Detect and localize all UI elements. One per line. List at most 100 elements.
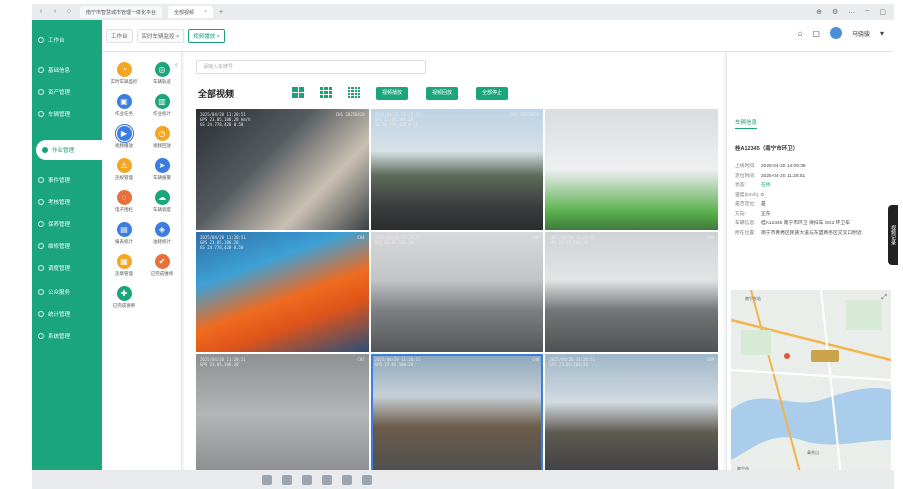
submenu-icon: ⚠	[116, 158, 132, 173]
tab-realtime-monitor[interactable]: 实时车辆监控 ×	[136, 29, 185, 43]
tab-vehicle-info[interactable]: 车辆信息	[735, 118, 758, 129]
menu-icon	[38, 67, 44, 73]
sidebar-item[interactable]: 资产管理	[32, 82, 102, 102]
video-channel-label: CH8	[532, 357, 540, 363]
settings-icon[interactable]: ⚙	[832, 8, 838, 16]
info-row: 车辆信息: 桂A12345 南宁市环卫 清扫车 SG3 环卫车	[735, 219, 890, 229]
app-icon[interactable]	[362, 474, 372, 485]
maximize-icon[interactable]: ▢	[879, 8, 886, 16]
map-view[interactable]: 南宁东站 青秀山 南宁市 ⤢	[731, 290, 891, 476]
info-value: 正东	[761, 211, 771, 217]
home-icon[interactable]: ⌂	[798, 29, 803, 38]
collapse-icon[interactable]: ‹	[175, 60, 178, 69]
submenu-item[interactable]: ◈ 油耗统计	[144, 220, 180, 254]
fullscreen-icon[interactable]: ⤢	[881, 294, 887, 302]
chevron-down-icon[interactable]: ▾	[880, 29, 884, 38]
close-icon[interactable]: ×	[204, 9, 207, 15]
submenu-item[interactable]: ▦ 违章管理	[106, 252, 142, 286]
minimize-icon[interactable]: −	[865, 8, 869, 16]
stop-all-button[interactable]: 全部停止	[476, 87, 509, 100]
sidebar-item[interactable]: 系统管理	[32, 326, 102, 346]
video-osd-text: 2025/04/20 11:28:51 GPS 23.05,108.28 km/…	[200, 112, 251, 127]
video-tile[interactable]: 2025/04/20 11:28:51 GPS 23.05,108.28 CH6	[545, 231, 718, 353]
sidebar-item[interactable]: 调度管理	[32, 258, 102, 278]
extension-icon[interactable]: ⊕	[816, 8, 822, 16]
submenu-label: 作业任务	[115, 111, 133, 116]
submenu-item[interactable]: ☁ 车辆调度	[144, 188, 180, 222]
video-record-tab[interactable]: 视频记录	[888, 205, 898, 265]
grid-4-icon[interactable]	[292, 87, 304, 98]
avatar[interactable]	[829, 27, 842, 39]
video-channel-label: CH9	[706, 357, 714, 363]
video-tile[interactable]: 2025/04/20 11:28:51 GPS 23.05,108.28 CH7	[196, 354, 369, 475]
sidebar-item[interactable]: 事件管理	[32, 170, 102, 190]
user-name[interactable]: 马骁骏	[852, 29, 870, 38]
tab-workbench[interactable]: 工作台	[106, 29, 133, 43]
shirt-icon[interactable]: ▢	[812, 29, 820, 38]
browser-tab-active[interactable]: 全部视频 ×	[168, 6, 213, 18]
video-tile[interactable]: 2025/04/20 11:28:51 GPS 23.05,108.28 CH5	[370, 231, 544, 353]
search-input[interactable]: 请输入车牌号	[196, 60, 426, 74]
grid-16-icon[interactable]	[348, 87, 360, 98]
info-row: 方向: 正东	[735, 210, 890, 220]
video-tile[interactable]: 2025/04/20 11:28:51 GPS 23.05,108.28 km/…	[196, 109, 369, 230]
play-video-button[interactable]: 视频播放	[376, 87, 409, 100]
video-channel-label: CH7	[357, 357, 365, 363]
video-osd-text: 2025/04/20 11:28:51 GPS 23.05,108.28 GS …	[200, 234, 246, 250]
new-tab-button[interactable]: +	[219, 9, 223, 16]
sidebar-item[interactable]: 维修管理	[32, 236, 102, 256]
info-key: 是否定位:	[735, 202, 756, 207]
more-icon[interactable]: …	[848, 8, 855, 16]
info-value: 南宁市青秀区民族大道与东盟商务区交叉口附近	[761, 230, 862, 236]
playback-button[interactable]: 视频回放	[426, 87, 459, 100]
submenu-item[interactable]: ✔ 已完成维修	[144, 252, 180, 286]
info-value[interactable]: 在线	[761, 181, 890, 191]
sidebar-item-label: 车辆管理	[48, 112, 71, 118]
submenu-item[interactable]: ▥ 作业统计	[144, 92, 180, 126]
submenu-item[interactable]: ▤ 报表统计	[106, 220, 142, 254]
info-key: 上线时间:	[735, 164, 756, 169]
video-tile[interactable]: 2025/04/20 11:28:51 GPS 23.05,108.28 GS …	[370, 109, 544, 230]
submenu-icon: ✚	[116, 286, 132, 301]
submenu-item[interactable]: ⚠ 违规管理	[106, 156, 142, 190]
grid-9-icon[interactable]	[320, 87, 332, 98]
sidebar-item[interactable]: 基础信息	[32, 60, 102, 80]
sidebar-item[interactable]: 车辆管理	[32, 104, 102, 124]
browser-tab[interactable]: 南宁市智慧城市管理一体化平台	[80, 6, 163, 18]
submenu-item[interactable]: ◔ 实时车辆监控	[106, 60, 142, 94]
submenu-item[interactable]: ◷ 视频回放	[144, 124, 180, 158]
submenu-item[interactable]: ▣ 作业任务	[106, 92, 142, 126]
sidebar-item[interactable]: 统计管理	[32, 304, 102, 324]
submenu-icon: ◷	[154, 126, 170, 141]
app-icon[interactable]	[342, 474, 352, 485]
app-icon[interactable]	[302, 474, 312, 485]
forward-icon[interactable]: ›	[50, 7, 60, 17]
sidebar-item[interactable]: 作业管理	[36, 140, 102, 160]
sidebar-item[interactable]: 保养管理	[32, 214, 102, 234]
sidebar: 工作台基础信息 资产管理车辆管理作业管理事件管理 考核管理 保养管理 维修管理 调度管理公…	[32, 20, 102, 489]
tab-video-play[interactable]: 视频播放 ×	[188, 29, 226, 43]
tab-label: 全部视频	[174, 9, 195, 16]
video-tile[interactable]: 2025/04/20 11:28:51 GPS 23.05,108.28 GS …	[196, 231, 369, 353]
sidebar-item-label: 公众服务	[48, 290, 71, 296]
submenu-item[interactable]: ▶ 视频播放	[106, 124, 142, 158]
submenu-icon: ▥	[154, 94, 170, 109]
app-icon[interactable]	[262, 474, 272, 485]
video-tile[interactable]: 2025/04/20 11:28:51 GPS 23.05,108.28 CH9	[545, 354, 718, 475]
back-icon[interactable]: ‹	[36, 7, 46, 17]
video-tile[interactable]: 2025/04/20 11:28:51 GPS 23.05,108.28 CH8	[370, 354, 544, 475]
map-label: 青秀山	[807, 450, 819, 455]
sidebar-item[interactable]: 公众服务	[32, 282, 102, 302]
reload-icon[interactable]: ○	[64, 7, 74, 17]
submenu-item[interactable]: ✚ 已完成保养	[106, 284, 142, 318]
info-row: 所在位置: 南宁市青秀区民族大道与东盟商务区交叉口附近	[735, 229, 890, 239]
submenu-label: 视频回放	[153, 143, 171, 148]
submenu-item[interactable]: ➤ 车辆报警	[144, 156, 180, 190]
submenu-item[interactable]: ◌ 电子围栏	[106, 188, 142, 222]
video-tile[interactable]	[545, 109, 718, 230]
sidebar-item[interactable]: 考核管理	[32, 192, 102, 212]
sidebar-item[interactable]: 工作台	[32, 30, 102, 50]
info-value: 桂A12345 南宁市环卫 清扫车 SG3 环卫车	[761, 221, 851, 226]
app-icon[interactable]	[282, 474, 292, 485]
app-icon[interactable]	[322, 474, 332, 485]
